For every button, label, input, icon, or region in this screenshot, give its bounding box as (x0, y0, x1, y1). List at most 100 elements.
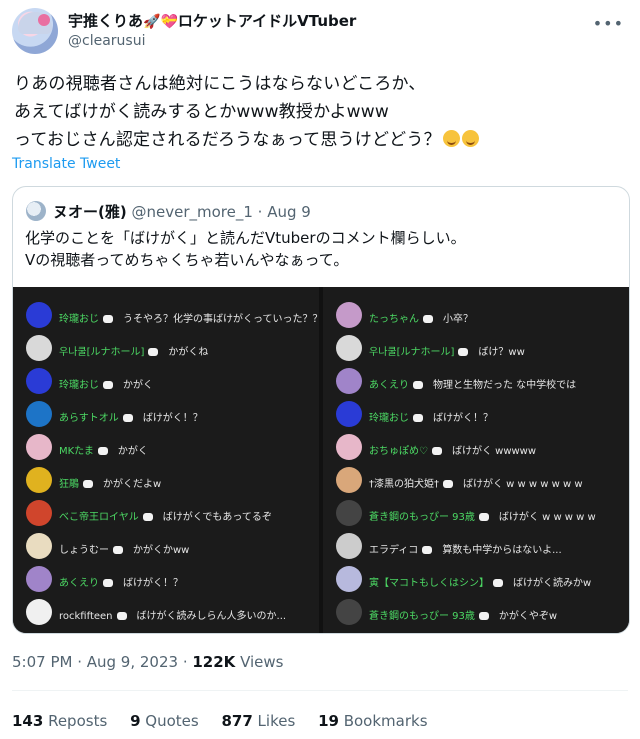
comment-message: ばけがく読みかw (513, 578, 592, 589)
bookmarks-count: 19 (318, 712, 339, 730)
quote-author-name[interactable]: ヌオー(雅) (53, 203, 127, 221)
commenter-avatar (336, 467, 362, 493)
chat-comment-row: あくえり 物理と生物だった な中学校では (323, 367, 629, 397)
comment-panel-right: たっちゃん 小卒？ 우나쿨[ルナホール] ばけ？ww あくえり 物理と生物だった な中学校… (323, 287, 629, 633)
reposts-stat[interactable]: 143 Reposts (12, 712, 107, 730)
comment-message: ばけがく！？ (433, 413, 493, 424)
commenter-avatar (26, 335, 52, 361)
member-badge-icon (478, 612, 489, 620)
member-badge-icon (103, 579, 113, 587)
author-avatar[interactable] (12, 8, 58, 54)
divider (12, 690, 628, 691)
quote-meta: @never_more_1 · Aug 9 (126, 203, 311, 221)
comment-line: べこ帝王ロイヤル ばけがくでもあってるぞ (59, 508, 272, 523)
comment-line: 蒼き鋼のもっぴー 93歳 ばけがく w w w w w (369, 508, 596, 523)
comment-message: 物理と生物だった な中学校では (433, 380, 577, 391)
comment-message: ばけがく！？ (142, 413, 203, 424)
likes-stat[interactable]: 877 Likes (221, 712, 295, 730)
comment-line: たっちゃん 小卒？ (369, 310, 473, 325)
avatar-flower (38, 14, 50, 26)
quote-author-avatar[interactable] (26, 201, 46, 221)
chat-comment-row: MKたま かがく (13, 433, 319, 463)
commenter-name: 우나쿨[ルナホール] (369, 347, 455, 358)
member-badge-icon (478, 513, 489, 521)
commenter-avatar (336, 500, 362, 526)
comment-line: 玲瓏おじ ばけがく！？ (369, 409, 493, 424)
likes-label: Likes (252, 712, 296, 730)
tweet-line-1: りあの視聴者さんは絶対にこうはならないどころか、 (14, 74, 426, 94)
reposts-count: 143 (12, 712, 44, 730)
comment-message: ばけ？ww (478, 347, 525, 358)
member-badge-icon (97, 447, 108, 455)
chat-comment-row: たっちゃん 小卒？ (323, 301, 629, 331)
chat-comment-row: 우나쿨[ルナホール] かがくね (13, 334, 319, 364)
winking-face-icon (461, 130, 479, 147)
member-badge-icon (103, 315, 113, 323)
comment-message: ばけがく wwwww (451, 446, 537, 457)
author-name-suffix[interactable]: ロケットアイドルVTuber (178, 12, 356, 30)
tweet-timestamp-row: 5:07 PM · Aug 9, 2023 · 122K Views (12, 653, 283, 671)
commenter-name: 蒼き鋼のもっぴー 93歳 (369, 611, 475, 622)
winking-face-icon (442, 130, 460, 147)
likes-count: 877 (221, 712, 253, 730)
chat-comment-row: あくえり ばけがく！？ (13, 565, 319, 595)
commenter-name: †漆黒の狛犬姫† (369, 479, 439, 490)
commenter-avatar (26, 533, 52, 559)
comment-message: かがく (123, 380, 153, 391)
commenter-name: 蒼き鋼のもっぴー 93歳 (369, 512, 475, 523)
comment-line: エラディコ 算数も中学からはないよ... (369, 541, 562, 556)
commenter-avatar (26, 434, 52, 460)
comment-message: かがくだよw (103, 479, 162, 490)
chat-comment-row: 玲瓏おじ うそやろ？化学の事ばけがくっていった？？ (13, 301, 323, 331)
comment-message: ばけがくでもあってるぞ (162, 512, 272, 523)
commenter-name: あくえり (59, 578, 99, 589)
bookmarks-stat[interactable]: 19 Bookmarks (318, 712, 427, 730)
member-badge-icon (83, 480, 93, 488)
member-badge-icon (413, 381, 423, 389)
commenter-avatar (336, 434, 362, 460)
commenter-avatar (26, 302, 52, 328)
quote-body: 化学のことを「ばけがく」と読んだVtuberのコメント欄らしい。 Vの視聴者って… (25, 227, 615, 271)
quote-media-image[interactable]: 玲瓏おじ うそやろ？化学の事ばけがくっていった？？ 우나쿨[ルナホール] かがくね 玲瓏… (13, 287, 629, 633)
member-badge-icon (493, 579, 503, 587)
tweet-line-3-row: っておじさん認定されるだろうなぁって思うけどどう？ (14, 126, 624, 154)
tweet-stats: 143 Reposts 9 Quotes 877 Likes 19 Bookma… (12, 712, 446, 730)
comment-line: あくえり ばけがく！？ (59, 574, 183, 589)
comment-line: 玲瓏おじ うそやろ？化学の事ばけがくっていった？？ (59, 310, 323, 325)
commenter-avatar (336, 401, 362, 427)
comment-line: MKたま かがく (59, 442, 148, 457)
commenter-avatar (336, 302, 362, 328)
chat-comment-row: あらすトオル ばけがく！？ (13, 400, 319, 430)
comment-line: 寅【マコトもしくはシン】 ばけがく読みかw (369, 574, 591, 589)
chat-comment-row: rockfifteen ばけがく読みしらん人多いのか... (13, 598, 319, 628)
rocket-icon: 🚀 (143, 14, 161, 30)
commenter-name: rockfifteen (59, 611, 113, 622)
tweet-time[interactable]: 5:07 PM · Aug 9, 2023 · (12, 653, 192, 671)
commenter-avatar (336, 368, 362, 394)
member-badge-icon (122, 414, 133, 422)
more-options-icon[interactable]: ••• (593, 14, 624, 33)
commenter-avatar (26, 599, 52, 625)
comment-line: しょうむー かがくかww (59, 541, 189, 556)
chat-comment-row: 玲瓏おじ かがく (13, 367, 319, 397)
commenter-name: たっちゃん (369, 314, 419, 325)
comment-line: †漆黒の狛犬姫† ばけがく w w w w w w w (369, 475, 583, 490)
comment-line: 蒼き鋼のもっぴー 93歳 かがくやぞw (369, 607, 557, 622)
quotes-stat[interactable]: 9 Quotes (130, 712, 199, 730)
commenter-name: 玲瓏おじ (59, 380, 99, 391)
commenter-name: 우나쿨[ルナホール] (59, 347, 145, 358)
comment-message: ばけがく！？ (123, 578, 183, 589)
chat-comment-row: 寅【マコトもしくはシン】 ばけがく読みかw (323, 565, 629, 595)
quoted-tweet[interactable]: ヌオー(雅) @never_more_1 · Aug 9 化学のことを「ばけがく… (12, 186, 630, 634)
quote-header: ヌオー(雅) @never_more_1 · Aug 9 (53, 201, 311, 222)
commenter-name: エラディコ (369, 545, 419, 556)
member-badge-icon (103, 381, 113, 389)
author-name-row[interactable]: 宇推くりあ🚀💝ロケットアイドルVTuber (68, 10, 356, 31)
translate-tweet-link[interactable]: Translate Tweet (12, 156, 120, 172)
commenter-name: べこ帝王ロイヤル (59, 512, 139, 523)
commenter-name: しょうむー (59, 545, 109, 556)
commenter-avatar (26, 368, 52, 394)
author-handle[interactable]: @clearusui (68, 33, 145, 49)
author-name[interactable]: 宇推くりあ (68, 12, 143, 30)
comment-message: 算数も中学からはないよ... (442, 545, 562, 556)
